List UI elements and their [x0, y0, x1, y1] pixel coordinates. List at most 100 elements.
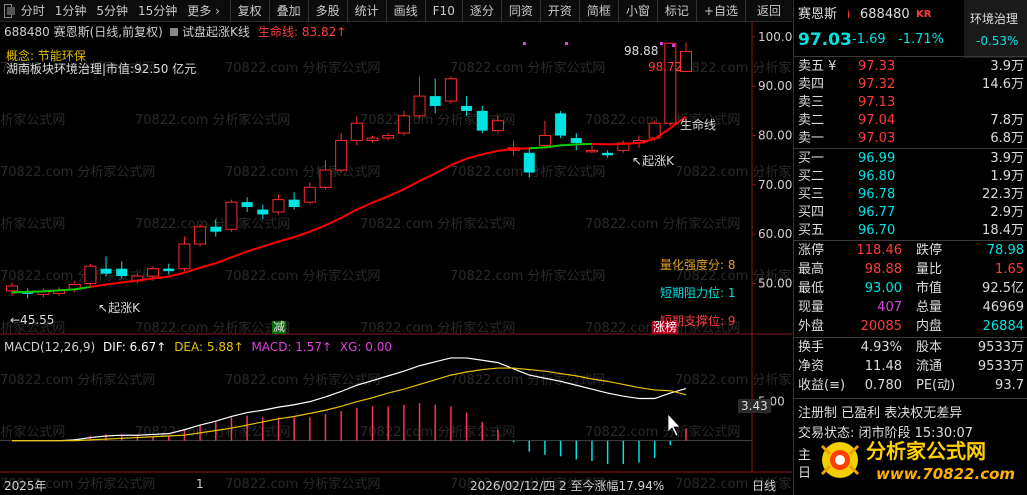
region-cap-label: 湖南板块环境治理|市值:92.50 亿元	[6, 62, 197, 76]
toolbar-btn-jiankuang[interactable]: 简框	[578, 0, 618, 22]
metric-zuli: 短期阻力位: 1	[660, 286, 736, 300]
macd-xg: XG: 0.00	[339, 340, 393, 354]
watermark-text: 70822.com 分析家公式网	[450, 268, 605, 284]
kline-chart[interactable]: 70822.com 分析家公式网 70822.com 分析家公式网 70822.co…	[0, 22, 792, 495]
candle-body	[366, 137, 379, 141]
watermark-text: 70822.com 分析家公式网	[225, 268, 380, 284]
period-label[interactable]: 日线	[752, 477, 776, 494]
period-tab-more[interactable]: 更多 ›	[182, 0, 222, 22]
stat-key: 现量	[798, 300, 825, 315]
period-tab-5min[interactable]: 5分钟	[91, 0, 133, 22]
watermark-text: 70822.com 分析家公式网	[585, 112, 740, 128]
y-tick-label: 70.00	[758, 178, 792, 192]
stat-key: 最低	[798, 281, 825, 296]
watermark-text: 70822.com 分析家公式网	[585, 216, 740, 232]
qizhang-k-label-right: ↖起涨K	[632, 154, 674, 168]
candle-body	[225, 201, 238, 230]
candle-body	[602, 152, 614, 156]
layout-icon[interactable]	[4, 3, 15, 18]
ask-price: 97.13	[858, 95, 896, 110]
stats2-row: 净资 11.48 流通 9533万	[794, 358, 1027, 376]
toolbar-btn-xiaochuang[interactable]: 小窗	[617, 0, 657, 22]
stat-value: 20085	[860, 319, 902, 334]
ask-row[interactable]: 卖四 97.32 14.6万	[794, 76, 1027, 94]
toolbar-btn-tongzi[interactable]: 同资	[500, 0, 540, 22]
macd-dea: DEA: 5.88↑	[174, 340, 244, 354]
candle-body	[491, 120, 504, 132]
candle-body	[319, 169, 332, 188]
bid-row[interactable]: 买三 96.78 22.3万	[794, 186, 1027, 204]
toolbar-btn-huaxian[interactable]: 画线	[385, 0, 425, 22]
stock-tag: KR	[916, 9, 932, 20]
toolbar-btn-kaizi[interactable]: 开资	[539, 0, 579, 22]
bid-volume: 18.4万	[982, 223, 1024, 238]
ask-row[interactable]: 卖一 97.03 6.8万	[794, 130, 1027, 148]
candle-body	[585, 149, 598, 153]
toolbar-btn-zhufen[interactable]: 逐分	[461, 0, 501, 22]
stock-code: 688480	[860, 7, 910, 22]
toolbar-btn-biaoji[interactable]: 标记	[656, 0, 696, 22]
zhangbang-tag: 涨榜	[652, 320, 679, 334]
jian-tag: 减	[272, 320, 287, 334]
candle-body	[429, 96, 441, 106]
period-tab-fenshi[interactable]: 分时	[16, 0, 50, 22]
toolbar-btn-fuquan[interactable]: 复权	[229, 0, 269, 22]
toolbar-btn-diejia[interactable]: 叠加	[268, 0, 308, 22]
price-row: 97.03 -1.69 -1.71%	[794, 31, 1027, 53]
divider	[794, 337, 1027, 338]
ask-row[interactable]: 卖三 97.13	[794, 94, 1027, 112]
macd-header: MACD(12,26,9) DIF: 6.67↑ DEA: 5.88↑ MACD…	[4, 340, 392, 354]
y-tick-label: 80.00	[758, 129, 792, 143]
bid-price: 96.80	[858, 169, 896, 184]
sector-name: 环境治理	[970, 12, 1019, 26]
y-tick-label: 50.00	[758, 276, 792, 290]
divider	[794, 148, 1027, 149]
ask-price: 97.03	[858, 131, 896, 146]
bid-row[interactable]: 买一 96.99 3.9万	[794, 150, 1027, 168]
ask-row[interactable]: 卖五 ¥ 97.33 3.9万	[794, 58, 1027, 76]
stock-name-mark: i	[847, 8, 851, 21]
indicator-name-text: 试盘起涨K线	[182, 25, 250, 39]
stat-key: 涨停	[798, 243, 825, 258]
more-arrow-icon: ›	[215, 3, 220, 18]
toolbar-btn-zixuan[interactable]: +自选	[695, 0, 745, 22]
ask-volume: 7.8万	[990, 113, 1024, 128]
watermark-text: 70822.com 分析家公式网	[360, 320, 515, 336]
ask-label: 卖三	[798, 95, 825, 110]
period-tab-15min[interactable]: 15分钟	[133, 0, 182, 22]
candle-body	[461, 105, 473, 111]
candle-body	[257, 209, 269, 215]
divider	[794, 56, 1027, 57]
divider	[794, 240, 1027, 241]
logo: 分析家公式网 www.70822.com	[810, 432, 1024, 488]
date-mid: 1	[196, 477, 204, 491]
bid-volume: 2.9万	[990, 205, 1024, 220]
ask-row[interactable]: 卖二 97.04 7.8万	[794, 112, 1027, 130]
lifeline-series	[11, 115, 687, 294]
toolbar-btn-f10[interactable]: F10	[424, 0, 462, 22]
chart-header: 688480 赛恩斯(日线,前复权)	[4, 25, 163, 39]
watermark-text: 70822.com 分析家公式网	[360, 216, 515, 232]
stat-key: 总量	[916, 300, 943, 315]
watermark-text: 70822.com 分析家公式网	[585, 424, 740, 440]
high-price-label: 98.88	[624, 44, 659, 58]
bid-row[interactable]: 买五 96.70 18.4万	[794, 222, 1027, 240]
indicator-name: 试盘起涨K线	[170, 23, 250, 40]
bid-label: 买四	[798, 205, 825, 220]
metric-liangqiang: 量化强度分: 8	[660, 258, 736, 272]
toolbar-btn-duogu[interactable]: 多股	[307, 0, 347, 22]
toolbar-btn-back[interactable]: 返回	[744, 0, 792, 22]
stats-row: 最低 93.00 市值 92.5亿	[794, 280, 1027, 298]
bid-row[interactable]: 买四 96.77 2.9万	[794, 204, 1027, 222]
signal-marker	[565, 42, 568, 45]
candle-body	[476, 110, 488, 131]
lifeline-value: 生命线: 83.82↑	[258, 25, 347, 39]
stat-value: 98.88	[864, 262, 902, 277]
toolbar-btn-tongji[interactable]: 统计	[346, 0, 386, 22]
high-price-label-2: 98.72	[648, 60, 683, 74]
watermark-text: 70822.com 分析家公式网	[225, 60, 380, 76]
bid-row[interactable]: 买二 96.80 1.9万	[794, 168, 1027, 186]
period-tab-1min[interactable]: 1分钟	[50, 0, 92, 22]
candle-body	[570, 138, 582, 143]
quote-panel: 赛恩斯 i 688480 KR 环境治理 -0.53% 97.03 -1.69 …	[793, 0, 1027, 495]
